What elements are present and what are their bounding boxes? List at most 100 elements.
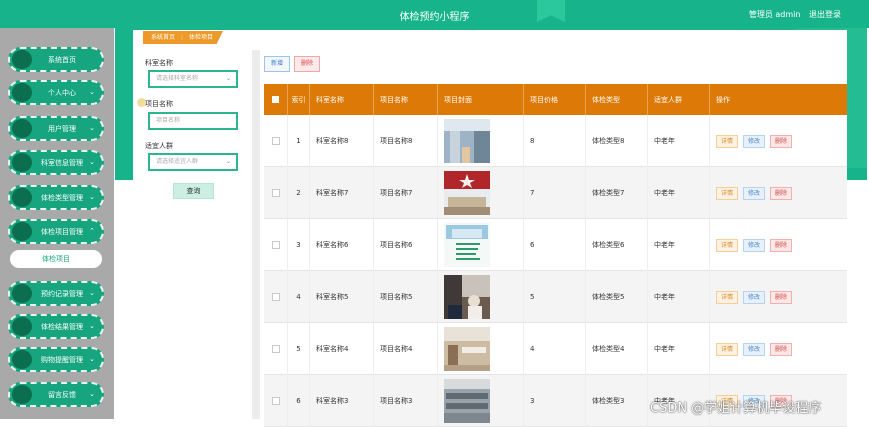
sidebar-item-label: 科室信息管理 xyxy=(41,159,83,167)
delete-button[interactable]: 删除 xyxy=(770,134,793,148)
detail-button[interactable]: 详情 xyxy=(716,134,739,148)
table-row: 5 科室名称4 项目名称4 4 体检类型4 中老年 详情 修改 删除 xyxy=(264,323,847,375)
cell-actions: 详情 修改 删除 xyxy=(710,115,847,167)
sidebar-item-label: 系统首页 xyxy=(48,56,76,64)
menu-dot-icon xyxy=(12,119,32,138)
dept-label: 科室名称 xyxy=(145,59,173,67)
item-input[interactable]: 项目名称 xyxy=(148,112,238,130)
logout-link[interactable]: 退出登录 xyxy=(809,10,841,19)
dept-select[interactable]: 请选择科室名称 ⌄ xyxy=(148,70,238,88)
sidebar-item-label: 留言反馈 xyxy=(48,391,76,399)
breadcrumb: 系统首页 ⋮ 体检项目 xyxy=(143,31,223,44)
sidebar-item-reminders[interactable]: 购物提醒管理 ⌄ xyxy=(8,347,104,372)
sidebar-item-feedback[interactable]: 留言反馈 ⌄ xyxy=(8,382,104,407)
row-checkbox[interactable] xyxy=(271,397,280,405)
cell-actions: 详情 修改 删除 xyxy=(710,167,847,219)
detail-button[interactable]: 详情 xyxy=(716,342,739,356)
cell-dept: 科室名称4 xyxy=(310,323,374,375)
sidebar-item-exam-types[interactable]: 体检类型管理 ⌄ xyxy=(8,185,104,210)
cell-dept: 科室名称7 xyxy=(310,167,374,219)
cell-type: 体检类型5 xyxy=(586,271,648,323)
crowd-placeholder: 请选择适宜人群 xyxy=(156,158,199,165)
cell-price: 7 xyxy=(524,167,586,219)
cell-item: 项目名称3 xyxy=(374,375,438,427)
chevron-up-icon: ⌃ xyxy=(89,227,95,235)
menu-dot-icon xyxy=(12,317,32,336)
cell-type: 体检类型7 xyxy=(586,167,648,219)
edit-button[interactable]: 修改 xyxy=(743,342,766,356)
delete-button[interactable]: 删除 xyxy=(770,290,793,304)
sidebar-subitem-exam-items[interactable]: 体检项目 xyxy=(10,250,102,268)
cell-actions: 详情 修改 删除 xyxy=(710,323,847,375)
sidebar-item-exam-items[interactable]: 体检项目管理 ⌃ xyxy=(8,219,104,244)
row-checkbox[interactable] xyxy=(271,345,280,353)
sidebar-item-label: 购物提醒管理 xyxy=(41,356,83,364)
bulk-delete-button[interactable]: 删除 xyxy=(294,56,320,72)
delete-button[interactable]: 删除 xyxy=(770,238,793,252)
crowd-select[interactable]: 请选择适宜人群 ⌄ xyxy=(148,153,238,171)
detail-button[interactable]: 详情 xyxy=(716,238,739,252)
cell-dept: 科室名称5 xyxy=(310,271,374,323)
cover-image xyxy=(444,327,490,371)
row-check-cell xyxy=(264,115,288,167)
sidebar-item-departments[interactable]: 科室信息管理 ⌄ xyxy=(8,150,104,175)
sidebar-item-label: 体检项目管理 xyxy=(41,228,83,236)
row-checkbox[interactable] xyxy=(271,241,280,249)
sidebar-item-users[interactable]: 用户管理 ⌄ xyxy=(8,116,104,141)
cover-image xyxy=(444,223,490,267)
sidebar-item-home[interactable]: 系统首页 xyxy=(8,47,104,72)
detail-button[interactable]: 详情 xyxy=(716,186,739,200)
cell-crowd: 中老年 xyxy=(648,271,710,323)
add-button[interactable]: 新增 xyxy=(264,56,290,72)
cell-dept: 科室名称3 xyxy=(310,375,374,427)
cell-dept: 科室名称6 xyxy=(310,219,374,271)
detail-button[interactable]: 详情 xyxy=(716,290,739,304)
cell-index: 2 xyxy=(288,167,310,219)
chevron-down-icon: ⌄ xyxy=(225,75,231,82)
delete-button[interactable]: 删除 xyxy=(770,186,793,200)
sidebar-item-label: 个人中心 xyxy=(48,89,76,97)
chevron-down-icon: ⌄ xyxy=(89,88,95,96)
edit-button[interactable]: 修改 xyxy=(743,134,766,148)
divider xyxy=(252,50,260,419)
menu-dot-icon xyxy=(12,83,32,102)
col-actions: 操作 xyxy=(716,95,730,104)
row-checkbox[interactable] xyxy=(271,189,280,197)
delete-button[interactable]: 删除 xyxy=(770,342,793,356)
chevron-down-icon: ⌄ xyxy=(225,158,231,165)
cell-price: 8 xyxy=(524,115,586,167)
sidebar-item-label: 体检结果管理 xyxy=(41,323,83,331)
select-all-cell xyxy=(264,84,288,115)
cell-item: 项目名称7 xyxy=(374,167,438,219)
sidebar-item-label: 预约记录管理 xyxy=(41,290,83,298)
menu-dot-icon xyxy=(12,385,32,404)
edit-button[interactable]: 修改 xyxy=(743,290,766,304)
cell-actions: 详情 修改 删除 xyxy=(710,271,847,323)
edit-button[interactable]: 修改 xyxy=(743,238,766,252)
cell-cover xyxy=(438,167,524,219)
cell-index: 3 xyxy=(288,219,310,271)
cell-actions: 详情 修改 删除 xyxy=(710,219,847,271)
cell-type: 体检类型3 xyxy=(586,375,648,427)
select-all-checkbox[interactable] xyxy=(272,96,279,103)
edit-button[interactable]: 修改 xyxy=(743,186,766,200)
breadcrumb-home[interactable]: 系统首页 xyxy=(151,34,175,41)
sidebar-item-label: 体检类型管理 xyxy=(41,194,83,202)
menu-dot-icon xyxy=(12,153,32,172)
sidebar-item-results[interactable]: 体检结果管理 ⌄ xyxy=(8,314,104,339)
chevron-down-icon: ⌄ xyxy=(89,124,95,132)
sidebar-item-personal[interactable]: 个人中心 ⌄ xyxy=(8,80,104,105)
menu-dot-icon xyxy=(12,50,32,69)
query-button[interactable]: 查询 xyxy=(173,183,214,199)
cover-image xyxy=(444,171,490,215)
row-checkbox[interactable] xyxy=(271,293,280,301)
cell-index: 5 xyxy=(288,323,310,375)
row-checkbox[interactable] xyxy=(271,137,280,145)
cell-cover xyxy=(438,219,524,271)
cell-cover xyxy=(438,115,524,167)
chevron-down-icon: ⌄ xyxy=(89,158,95,166)
cell-cover xyxy=(438,323,524,375)
cell-price: 3 xyxy=(524,375,586,427)
sidebar-item-appointments[interactable]: 预约记录管理 ⌄ xyxy=(8,281,104,306)
chevron-down-icon: ⌄ xyxy=(89,355,95,363)
